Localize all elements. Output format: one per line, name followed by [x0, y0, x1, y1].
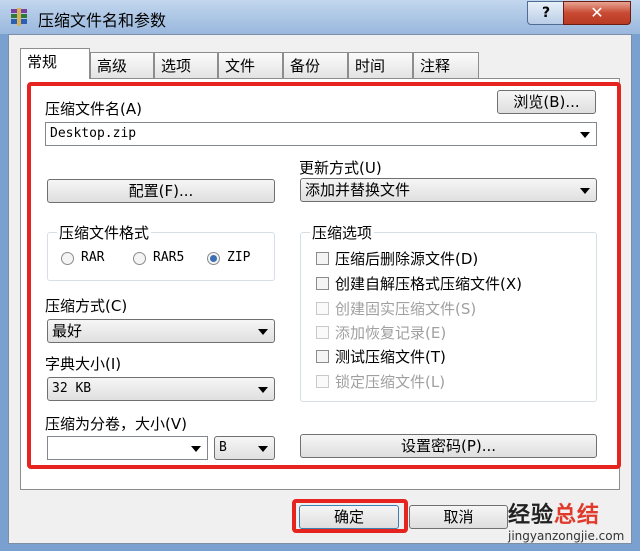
checkbox-lock: [316, 375, 329, 388]
tab-backup[interactable]: 备份: [283, 52, 348, 78]
radio-rar5-label: RAR5: [153, 250, 185, 265]
tab-time[interactable]: 时间: [348, 52, 413, 78]
tab-options[interactable]: 选项: [154, 52, 218, 78]
chevron-down-icon: [258, 446, 268, 452]
dialog-window: 压缩文件名和参数 ? ✕ 常规 高级 选项 文件 备份 时间 注释 压缩文件名(…: [0, 0, 640, 551]
radio-zip[interactable]: [207, 252, 220, 265]
archive-name-value: Desktop.zip: [50, 126, 137, 141]
radio-rar[interactable]: [61, 252, 74, 265]
update-mode-value: 添加并替换文件: [305, 181, 411, 199]
tab-comment[interactable]: 注释: [413, 52, 479, 78]
checkbox-lock-label: 锁定压缩文件(L): [335, 373, 446, 391]
checkbox-create-sfx-label: 创建自解压格式压缩文件(X): [335, 275, 522, 293]
checkbox-test[interactable]: [316, 350, 329, 363]
checkbox-test-label: 测试压缩文件(T): [335, 348, 446, 366]
title-bar[interactable]: 压缩文件名和参数 ? ✕: [0, 0, 640, 34]
winrar-icon: [11, 8, 27, 26]
watermark-logo: 经验总结: [508, 497, 600, 529]
update-mode-label: 更新方式(U): [299, 159, 382, 177]
tab-advanced[interactable]: 高级: [90, 52, 154, 78]
chevron-down-icon: [258, 329, 268, 335]
checkbox-solid: [316, 302, 329, 315]
close-button[interactable]: ✕: [563, 1, 631, 25]
radio-rar-label: RAR: [81, 250, 105, 265]
split-volume-label: 压缩为分卷，大小(V): [45, 415, 187, 433]
set-password-button[interactable]: 设置密码(P)...: [300, 434, 597, 458]
checkbox-recovery-label: 添加恢复记录(E): [335, 324, 447, 342]
checkbox-solid-label: 创建固实压缩文件(S): [335, 300, 477, 318]
update-mode-select[interactable]: 添加并替换文件: [300, 178, 597, 202]
profiles-button[interactable]: 配置(F)...: [47, 179, 275, 203]
cancel-button[interactable]: 取消: [409, 505, 508, 529]
split-size-input[interactable]: [47, 436, 208, 460]
watermark-text-red: 总结: [554, 503, 601, 528]
method-label: 压缩方式(C): [45, 297, 128, 315]
chevron-down-icon: [580, 132, 590, 138]
tab-files[interactable]: 文件: [218, 52, 283, 78]
chevron-down-icon: [258, 387, 268, 393]
radio-zip-label: ZIP: [227, 250, 251, 265]
dict-size-value: 32 KB: [52, 381, 92, 396]
watermark-url: jingyanzongjie.com: [508, 529, 625, 543]
chevron-down-icon: [191, 446, 201, 452]
checkbox-delete-after-label: 压缩后删除源文件(D): [335, 250, 479, 268]
method-select[interactable]: 最好: [47, 319, 275, 343]
browse-button[interactable]: 浏览(B)...: [497, 90, 596, 114]
checkbox-delete-after[interactable]: [316, 252, 329, 265]
dict-size-select[interactable]: 32 KB: [47, 377, 275, 401]
watermark-text-black: 经验: [508, 503, 555, 528]
checkbox-create-sfx[interactable]: [316, 277, 329, 290]
dialog-client: 常规 高级 选项 文件 备份 时间 注释 压缩文件名(A) 浏览(B)... D…: [8, 34, 632, 544]
format-group-label: 压缩文件格式: [57, 222, 152, 243]
split-unit-select[interactable]: B: [214, 436, 275, 460]
archive-name-label: 压缩文件名(A): [45, 100, 142, 118]
radio-rar5[interactable]: [133, 252, 146, 265]
ok-button[interactable]: 确定: [299, 505, 399, 529]
tab-general[interactable]: 常规: [20, 48, 90, 79]
method-value: 最好: [52, 322, 83, 340]
window-title: 压缩文件名和参数: [38, 11, 167, 30]
dict-size-label: 字典大小(I): [45, 355, 122, 373]
split-unit-value: B: [219, 440, 227, 455]
help-button[interactable]: ?: [527, 1, 565, 25]
archive-name-input[interactable]: Desktop.zip: [45, 122, 597, 146]
chevron-down-icon: [580, 188, 590, 194]
checkbox-recovery: [316, 326, 329, 339]
options-group-label: 压缩选项: [310, 222, 375, 243]
